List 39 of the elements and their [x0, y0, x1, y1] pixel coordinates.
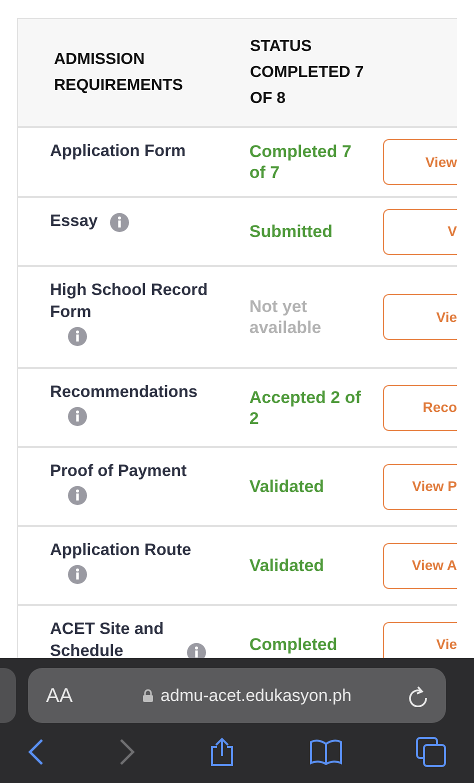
- info-icon[interactable]: [68, 486, 87, 506]
- reload-icon[interactable]: [408, 684, 428, 706]
- info-icon[interactable]: [68, 327, 87, 346]
- info-icon[interactable]: [68, 407, 87, 426]
- tab-preview[interactable]: [0, 668, 16, 723]
- info-icon[interactable]: [110, 213, 129, 232]
- view-button[interactable]: Reco: [383, 384, 457, 430]
- status-text: Accepted 2 of 2: [249, 386, 362, 428]
- address-bar[interactable]: AA admu-acet.edukasyon.ph: [28, 668, 446, 723]
- requirement-name: High School Record Form: [50, 280, 209, 323]
- status-text: Validated: [249, 555, 326, 576]
- status-text: Validated: [249, 476, 326, 497]
- view-button[interactable]: View A: [383, 542, 457, 588]
- status-text: Completed: [249, 634, 338, 655]
- view-button[interactable]: V: [383, 208, 457, 254]
- requirement-name: Application Route: [50, 540, 192, 561]
- requirement-name: Proof of Payment: [50, 461, 187, 482]
- url-text: admu-acet.edukasyon.ph: [160, 684, 352, 707]
- view-button[interactable]: View P: [383, 464, 457, 510]
- info-icon[interactable]: [187, 643, 206, 658]
- requirement-name: Recommendations: [50, 382, 198, 403]
- share-icon[interactable]: [209, 737, 235, 767]
- back-icon[interactable]: [28, 738, 44, 766]
- lock-icon: [142, 689, 153, 702]
- status-text: Not yet available: [249, 296, 322, 338]
- view-button[interactable]: Vie: [383, 622, 457, 658]
- view-button[interactable]: Vie: [383, 294, 457, 340]
- column-header: STATUS COMPLETED 7 OF 8: [250, 36, 365, 108]
- status-text: Submitted: [249, 221, 334, 242]
- text-size-button[interactable]: AA: [46, 680, 86, 710]
- book-icon[interactable]: [310, 739, 342, 765]
- tabs-icon[interactable]: [416, 737, 446, 767]
- requirement-name: Application Form: [50, 141, 186, 162]
- column-header: ADMISSION REQUIREMENTS: [53, 50, 184, 96]
- requirement-name: Essay: [50, 211, 98, 232]
- requirement-name: ACET Site and Schedule: [50, 619, 165, 658]
- info-icon[interactable]: [68, 565, 87, 584]
- view-button[interactable]: View: [383, 139, 457, 185]
- status-text: Completed 7 of 7: [249, 141, 352, 183]
